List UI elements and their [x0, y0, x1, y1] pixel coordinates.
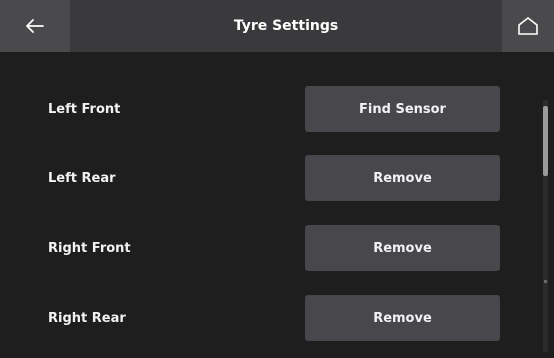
page-title: Tyre Settings	[233, 18, 339, 34]
sensor-row-left-rear: Left Rear Remove	[0, 155, 540, 201]
home-button[interactable]	[502, 0, 554, 52]
top-bar: Tyre Settings	[0, 0, 554, 52]
remove-button[interactable]: Remove	[305, 295, 500, 341]
arrow-left-icon	[26, 19, 44, 33]
sensor-label: Right Rear	[48, 310, 126, 326]
scrollbar-marker	[544, 280, 547, 283]
sensor-row-left-front: Left Front Find Sensor	[0, 86, 540, 132]
find-sensor-button[interactable]: Find Sensor	[305, 86, 500, 132]
sensor-label: Left Front	[48, 101, 121, 117]
sensor-label: Left Rear	[48, 170, 116, 186]
sensor-row-right-front: Right Front Remove	[0, 225, 540, 271]
sensor-row-right-rear: Right Rear Remove	[0, 295, 540, 341]
home-icon	[518, 17, 538, 35]
remove-button[interactable]: Remove	[305, 225, 500, 271]
scrollbar-thumb[interactable]	[543, 106, 548, 176]
scrollbar[interactable]	[543, 100, 548, 352]
sensor-label: Right Front	[48, 240, 131, 256]
back-button[interactable]	[0, 0, 70, 52]
remove-button[interactable]: Remove	[305, 155, 500, 201]
sensor-list: Left Front Find Sensor Left Rear Remove …	[0, 52, 554, 358]
